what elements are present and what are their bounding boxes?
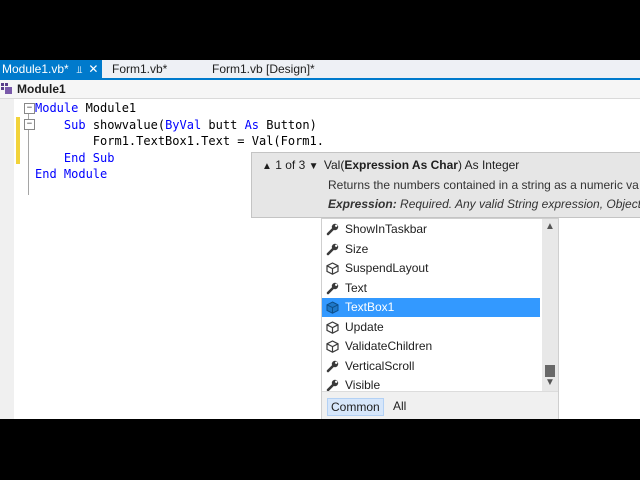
scroll-thumb[interactable] [545, 365, 555, 377]
completion-item-suspendlayout[interactable]: SuspendLayout [322, 259, 540, 278]
completion-item-label: Size [345, 241, 369, 256]
field-cube-icon [326, 301, 339, 314]
completion-item-text[interactable]: Text [322, 279, 540, 298]
close-icon[interactable]: ✕ [88, 60, 98, 78]
tab-label: Form1.vb* [112, 62, 168, 76]
property-wrench-icon [326, 282, 339, 294]
property-wrench-icon [326, 360, 339, 372]
property-wrench-icon [326, 243, 339, 255]
tab-form1-vb[interactable]: Form1.vb* [112, 60, 167, 78]
completion-item-label: Text [345, 280, 368, 295]
signature-param: Expression As Char [344, 158, 458, 172]
code-line-1: Module Module1 [35, 100, 136, 116]
completion-item-label: ValidateChildren [345, 339, 433, 353]
overload-down-icon[interactable]: ▼ [309, 161, 319, 172]
completion-item-label: SuspendLayout [345, 261, 429, 275]
navigation-bar[interactable]: Module1 [0, 80, 640, 99]
scroll-up-icon[interactable]: ▲ [545, 221, 555, 232]
code-token: showvalue( [85, 118, 166, 132]
parameter-description-row: Expression: Required. Any valid String e… [328, 196, 640, 212]
tab-label: Module1.vb* [2, 62, 69, 76]
module-icon [1, 83, 12, 94]
completion-item-validatechildren[interactable]: ValidateChildren [322, 337, 540, 356]
method-cube-icon [326, 262, 339, 275]
signature-row: ▲ 1 of 3 ▼ Val(Expression As Char) As In… [262, 157, 519, 175]
property-wrench-icon [326, 223, 339, 236]
parameter-description: Required. Any valid String expression, O… [400, 197, 640, 211]
scroll-down-icon[interactable]: ▼ [545, 377, 555, 388]
document-tab-strip: Module1.vb* ⫫ ✕ Form1.vb* Form1.vb [Design… [0, 60, 640, 78]
keyword-token: ByVal [165, 118, 202, 132]
completion-item-label: TextBox1 [345, 300, 395, 314]
code-line-2: Sub showvalue(ByVal butt As Button) [35, 117, 317, 133]
code-token: butt [201, 118, 245, 132]
completion-filter-bar: Common All [322, 391, 558, 419]
completion-item-update[interactable]: Update [322, 318, 540, 337]
tab-common[interactable]: Common [327, 398, 384, 416]
completion-item-label: Update [345, 319, 384, 334]
overload-up-icon[interactable]: ▲ [262, 161, 272, 172]
completion-item-showintaskbar[interactable]: ShowInTaskbar [322, 220, 540, 239]
top-black-border [0, 0, 640, 60]
tab-form1-design[interactable]: Form1.vb [Design]* [212, 60, 315, 78]
method-cube-icon [326, 320, 339, 334]
completion-item-size[interactable]: Size [322, 240, 540, 259]
code-token: Form1.TextBox1.Text = Val(Form1. [35, 134, 324, 148]
completion-item-label: VerticalScroll [345, 358, 415, 373]
tab-module1-vb[interactable]: Module1.vb* ⫫ ✕ [0, 60, 103, 78]
keyword-token: As [244, 118, 260, 132]
keyword-token: End Module [35, 167, 108, 181]
change-marker [16, 117, 20, 164]
tab-all[interactable]: All [390, 398, 409, 414]
keyword-token: Module [35, 101, 79, 115]
navbar-type-dropdown[interactable]: Module1 [17, 80, 66, 98]
completion-item-verticalscroll[interactable]: VerticalScroll [322, 357, 540, 376]
code-line-3: Form1.TextBox1.Text = Val(Form1. [35, 133, 324, 149]
bottom-black-border [0, 419, 640, 480]
parameter-name: Expression: [328, 197, 397, 211]
keyword-token: End Sub [63, 151, 115, 165]
code-line-4: End Sub [35, 150, 115, 166]
completion-scrollbar[interactable]: ▲ ▼ [542, 219, 558, 391]
method-cube-icon [326, 340, 339, 353]
indicator-margin [0, 99, 14, 419]
collapse-module-icon[interactable]: − [24, 103, 35, 114]
keyword-token: Sub [63, 118, 86, 132]
code-token: Button) [259, 118, 317, 132]
visual-studio-window: Module1.vb* ⫫ ✕ Form1.vb* Form1.vb [Design… [0, 60, 640, 419]
signature-prefix: Val( [323, 158, 345, 172]
function-description: Returns the numbers contained in a strin… [328, 178, 639, 192]
collapse-sub-icon[interactable]: − [24, 119, 35, 130]
code-line-5: End Module [35, 166, 107, 182]
overload-counter: 1 of 3 [275, 158, 306, 172]
signature-suffix: ) As Integer [457, 158, 520, 172]
completion-item-label: ShowInTaskbar [345, 222, 428, 236]
code-token: Module1 [78, 101, 137, 115]
completion-item-textbox1[interactable]: TextBox1 [322, 298, 540, 317]
parameter-info-tooltip: ▲ 1 of 3 ▼ Val(Expression As Char) As In… [251, 152, 640, 218]
tab-label: Form1.vb [Design]* [212, 62, 315, 76]
intellisense-completion-list[interactable]: ShowInTaskbar Size SuspendLayout Text TextBo… [321, 218, 559, 419]
